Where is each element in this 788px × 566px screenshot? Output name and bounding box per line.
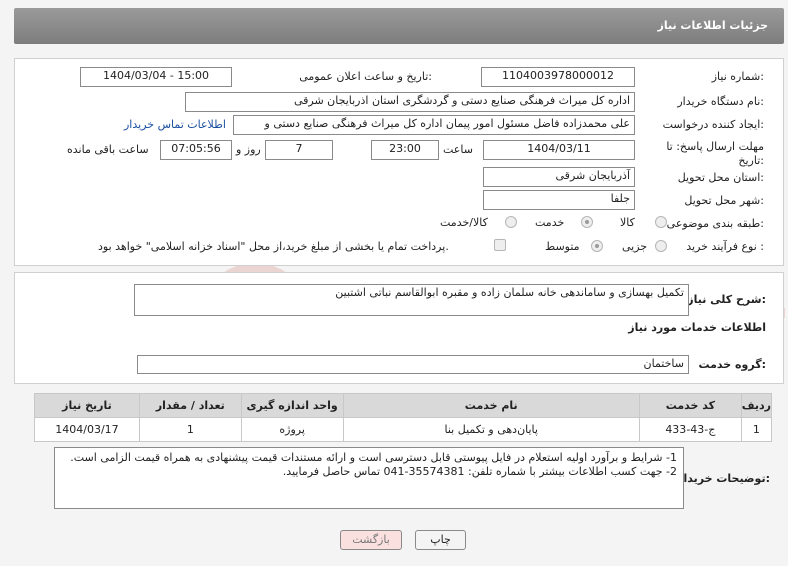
radio-service-label: خدمت bbox=[535, 216, 565, 229]
requester-field[interactable]: علی محمدزاده فاضل مسئول امور پیمان اداره… bbox=[233, 115, 635, 135]
print-button[interactable]: چاپ bbox=[415, 530, 466, 550]
province-label: استان محل تحویل: bbox=[677, 171, 764, 184]
services-title: اطلاعات خدمات مورد نیاز bbox=[628, 321, 766, 334]
radio-service[interactable] bbox=[581, 216, 593, 228]
page-title: جزئیات اطلاعات نیاز bbox=[657, 19, 769, 32]
radio-goods-label: کالا bbox=[620, 216, 635, 229]
deadline-date-field[interactable]: 1404/03/11 bbox=[483, 140, 635, 160]
cell-unit: پروژه bbox=[240, 417, 344, 442]
days-label: روز و bbox=[236, 143, 261, 156]
remaining-label: ساعت باقی مانده bbox=[67, 143, 149, 156]
notes-line-1: 1- شرایط و برآورد اولیه استعلام در فایل … bbox=[70, 451, 677, 464]
announce-label: تاریخ و ساعت اعلان عمومی: bbox=[299, 70, 432, 83]
notes-field[interactable]: 1- شرایط و برآورد اولیه استعلام در فایل … bbox=[54, 447, 684, 509]
province-field[interactable]: آذربایجان شرقی bbox=[483, 167, 635, 187]
treasury-checkbox[interactable] bbox=[494, 239, 506, 251]
cell-row: 1 bbox=[740, 417, 773, 442]
payment-note: پرداخت تمام یا بخشی از مبلغ خرید،از محل … bbox=[98, 240, 449, 253]
col-row-header: ردیف bbox=[740, 393, 773, 418]
summary-label: شرح کلی نیاز: bbox=[687, 293, 766, 306]
category-label: طبقه بندی موضوعی: bbox=[666, 217, 764, 230]
info-panel bbox=[14, 58, 784, 266]
col-qty-header: تعداد / مقدار bbox=[138, 393, 242, 418]
city-field[interactable]: جلفا bbox=[483, 190, 635, 210]
col-date-header: تاریخ نیاز bbox=[34, 393, 140, 418]
need-number-field[interactable]: 1104003978000012 bbox=[481, 67, 635, 87]
cell-code: ج-43-433 bbox=[638, 417, 742, 442]
page-frame: جزئیات اطلاعات نیاز AriaTender.net شماره… bbox=[0, 0, 788, 566]
cell-date: 1404/03/17 bbox=[34, 417, 140, 442]
col-code-header: کد خدمت bbox=[638, 393, 742, 418]
need-number-label: شماره نیاز: bbox=[711, 70, 764, 83]
announce-field[interactable]: 1404/03/04 - 15:00 bbox=[80, 67, 232, 87]
radio-partial[interactable] bbox=[655, 240, 667, 252]
header-bar: جزئیات اطلاعات نیاز bbox=[14, 8, 784, 44]
radio-medium-label: متوسط bbox=[545, 240, 580, 253]
back-button[interactable]: بازگشت bbox=[340, 530, 402, 550]
table-row: 1 ج-43-433 پایان‌دهی و تکمیل بنا پروژه 1… bbox=[34, 417, 773, 442]
cell-qty: 1 bbox=[138, 417, 242, 442]
radio-medium[interactable] bbox=[591, 240, 603, 252]
deadline-time-field[interactable]: 23:00 bbox=[371, 140, 439, 160]
buyer-org-field[interactable]: اداره کل میراث فرهنگی صنایع دستی و گردشگ… bbox=[185, 92, 635, 112]
requester-label: ایجاد کننده درخواست: bbox=[662, 118, 764, 131]
radio-goods-service-label: کالا/خدمت bbox=[440, 216, 488, 229]
cell-name: پایان‌دهی و تکمیل بنا bbox=[342, 417, 640, 442]
buyer-contact-link[interactable]: اطلاعات تماس خریدار bbox=[124, 118, 226, 131]
table-header-row: ردیف کد خدمت نام خدمت واحد اندازه گیری ت… bbox=[34, 393, 773, 418]
service-group-label: گروه خدمت: bbox=[698, 358, 766, 371]
radio-goods[interactable] bbox=[655, 216, 667, 228]
col-name-header: نام خدمت bbox=[342, 393, 640, 418]
days-field[interactable]: 7 bbox=[265, 140, 333, 160]
notes-line-2: 2- جهت کسب اطلاعات بیشتر با شماره تلفن: … bbox=[282, 465, 677, 478]
deadline-label-1: مهلت ارسال پاسخ: تا bbox=[666, 140, 764, 153]
radio-goods-service[interactable] bbox=[505, 216, 517, 228]
radio-partial-label: جزیی bbox=[622, 240, 648, 253]
col-unit-header: واحد اندازه گیری bbox=[240, 393, 344, 418]
buyer-org-label: نام دستگاه خریدار: bbox=[677, 95, 764, 108]
remaining-time-field[interactable]: 07:05:56 bbox=[160, 140, 232, 160]
summary-field[interactable]: تکمیل بهسازی و ساماندهی خانه سلمان زاده … bbox=[134, 284, 689, 316]
services-table: ردیف کد خدمت نام خدمت واحد اندازه گیری ت… bbox=[34, 393, 773, 442]
deadline-label-2: تاریخ: bbox=[738, 154, 764, 167]
notes-label: توضیحات خریدار: bbox=[677, 472, 770, 485]
time-label: ساعت bbox=[443, 143, 473, 156]
city-label: شهر محل تحویل: bbox=[684, 194, 764, 207]
service-group-field[interactable]: ساختمان bbox=[137, 355, 689, 374]
process-label: نوع فرآیند خرید : bbox=[686, 240, 764, 253]
